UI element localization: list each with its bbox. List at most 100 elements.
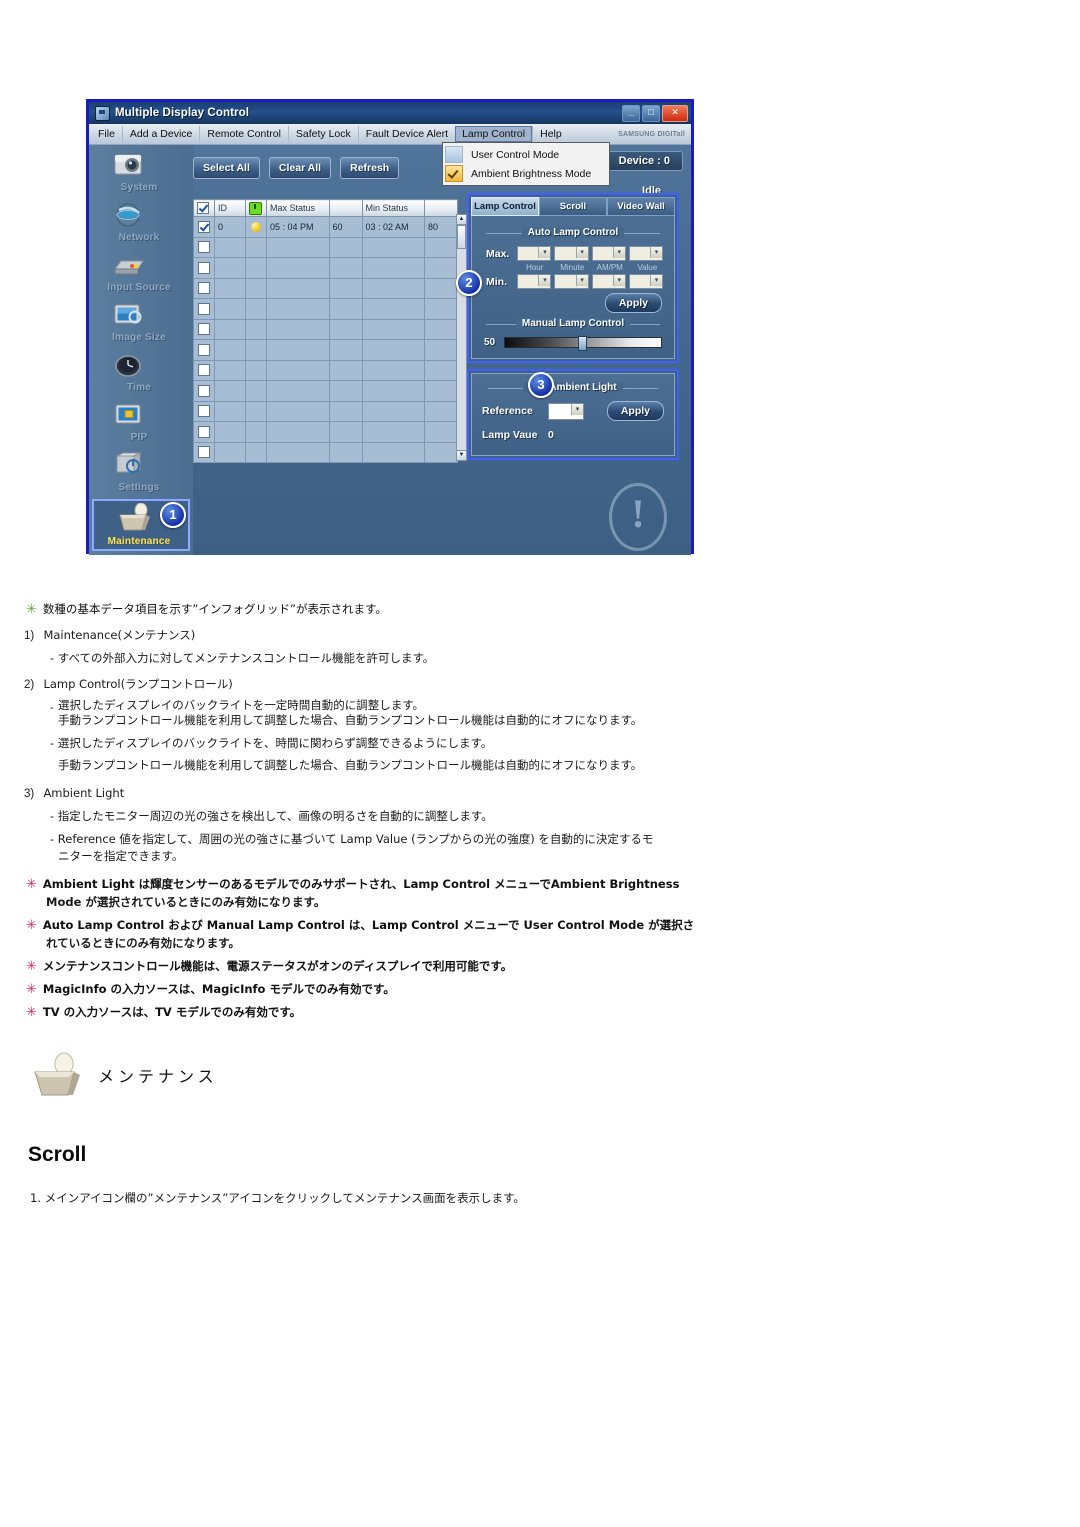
manual-lamp-value: 50: [484, 337, 496, 348]
tab-scroll[interactable]: Scroll: [539, 197, 607, 216]
list-item-2-line-3: - 選択したディスプレイのバックライトを、時間に関わらず調整できるようにします。: [50, 736, 493, 750]
multiple-display-control-window: Multiple Display Control _ □ ✕ File Add …: [86, 99, 694, 555]
tab-video-wall[interactable]: Video Wall: [607, 197, 675, 216]
list-item-2-title: 2) Lamp Control(ランプコントロール): [24, 676, 233, 694]
table-row[interactable]: [193, 359, 458, 381]
column-label-hour: Hour: [526, 263, 544, 272]
table-row[interactable]: [193, 257, 458, 279]
slider-handle[interactable]: [578, 336, 588, 351]
min-hour-select[interactable]: ▾: [517, 274, 552, 289]
menu-add-a-device[interactable]: Add a Device: [121, 126, 199, 142]
row-checkbox[interactable]: [193, 257, 215, 279]
lamp-control-panel: 2 Auto Lamp Control Max. ▾ ▾ ▾ ▾ Hour Mi…: [456, 216, 675, 359]
lamp-value-label: Lamp Vaue: [482, 429, 538, 441]
sidebar-item-pip[interactable]: PIP: [89, 399, 193, 445]
scroll-down-icon[interactable]: ▼: [457, 450, 466, 460]
min-value-select[interactable]: ▾: [628, 274, 663, 289]
maintenance-icon: [116, 502, 152, 531]
list-item-3-line-3: ニターを指定できます。: [58, 849, 184, 863]
menu-safety-lock[interactable]: Safety Lock: [287, 126, 358, 142]
red-note-3-text: メンテナンスコントロール機能は、電源ステータスがオンのディスプレイで利用可能です…: [42, 959, 513, 973]
row-lamp-indicator: [245, 216, 267, 238]
min-ampm-select[interactable]: ▾: [591, 274, 626, 289]
table-row[interactable]: [193, 380, 458, 402]
row-checkbox[interactable]: [193, 277, 215, 299]
manual-lamp-slider-row: 50: [480, 336, 666, 351]
red-note-2-cont: れているときにのみ有効になります。: [46, 936, 241, 950]
menu-item-user-control-mode[interactable]: User Control Mode: [443, 145, 609, 164]
menu-lamp-control[interactable]: Lamp Control: [455, 126, 533, 142]
header-select-all-checkbox[interactable]: [193, 199, 215, 217]
table-row[interactable]: 0 05 : 04 PM 60 03 : 02 AM 80: [193, 216, 458, 238]
user-control-mode-checkbox[interactable]: [445, 146, 463, 163]
table-row[interactable]: [193, 400, 458, 422]
min-minute-select[interactable]: ▾: [554, 274, 589, 289]
sidebar-label-image-size: Image Size: [112, 332, 166, 343]
list-1-num: 1): [24, 630, 35, 642]
minimize-icon[interactable]: _: [622, 105, 640, 122]
red-note-2-text: Auto Lamp Control および Manual Lamp Contro…: [42, 918, 695, 932]
sidebar-item-input-source[interactable]: Input Source: [89, 249, 193, 295]
right-control-panel: Lamp Control Scroll Video Wall 2 Auto La…: [456, 193, 679, 460]
row-max-value: 60: [328, 216, 363, 238]
table-scrollbar[interactable]: ▲ ▼: [456, 214, 467, 461]
row-checkbox[interactable]: [193, 298, 215, 320]
step-badge-1: 1: [160, 502, 186, 528]
scroll-up-icon[interactable]: ▲: [457, 215, 466, 225]
row-checkbox[interactable]: [193, 216, 215, 238]
max-ampm-select[interactable]: ▾: [591, 246, 626, 261]
manual-lamp-control-label: Manual Lamp Control: [515, 318, 631, 329]
sidebar-item-maintenance[interactable]: 1 Maintenance: [92, 499, 190, 551]
ambient-brightness-mode-checkbox[interactable]: [445, 165, 463, 182]
sidebar-item-network[interactable]: Network: [89, 199, 193, 245]
lamp-value-row: Lamp Vaue 0: [482, 429, 664, 441]
sidebar-item-system[interactable]: System: [89, 149, 193, 195]
reference-select[interactable]: ▾: [548, 402, 584, 420]
scrollbar-thumb[interactable]: [457, 225, 466, 249]
select-all-button[interactable]: Select All: [193, 157, 260, 179]
row-checkbox[interactable]: [193, 339, 215, 361]
sidebar-item-time[interactable]: Time: [89, 349, 193, 395]
row-checkbox[interactable]: [193, 441, 215, 463]
menu-fault-device-alert[interactable]: Fault Device Alert: [357, 126, 455, 142]
table-row[interactable]: [193, 339, 458, 361]
row-checkbox[interactable]: [193, 318, 215, 340]
menu-remote-control[interactable]: Remote Control: [199, 126, 288, 142]
clear-all-button[interactable]: Clear All: [268, 157, 332, 179]
maintenance-section-heading: メンテナンス: [30, 1052, 218, 1098]
table-row[interactable]: [193, 236, 458, 258]
menu-help[interactable]: Help: [532, 126, 569, 142]
auto-lamp-apply-button[interactable]: Apply: [604, 293, 662, 313]
max-hour-select[interactable]: ▾: [517, 246, 552, 261]
sidebar-item-settings[interactable]: Settings: [89, 449, 193, 495]
device-table-panel: Select All Clear All Refresh ID Max Stat…: [193, 157, 467, 517]
sidebar-item-image-size[interactable]: Image Size: [89, 299, 193, 345]
table-row[interactable]: [193, 277, 458, 299]
row-checkbox[interactable]: [193, 421, 215, 443]
header-id: ID: [214, 199, 246, 217]
list-item-3-title: 3) Ambient Light: [24, 785, 124, 803]
sidebar-label-maintenance: Maintenance: [107, 536, 171, 547]
row-checkbox[interactable]: [193, 359, 215, 381]
row-checkbox[interactable]: [193, 400, 215, 422]
table-row[interactable]: [193, 441, 458, 463]
menu-item-ambient-brightness-mode[interactable]: Ambient Brightness Mode: [443, 164, 609, 183]
menu-file[interactable]: File: [89, 126, 122, 142]
max-minute-select[interactable]: ▾: [554, 246, 589, 261]
close-icon[interactable]: ✕: [662, 105, 688, 122]
table-row[interactable]: [193, 318, 458, 340]
sidebar-label-input-source: Input Source: [107, 282, 171, 293]
table-row[interactable]: [193, 421, 458, 443]
max-label: Max.: [486, 247, 510, 260]
row-checkbox[interactable]: [193, 236, 215, 258]
manual-lamp-slider[interactable]: [504, 336, 662, 351]
table-row[interactable]: [193, 298, 458, 320]
refresh-button[interactable]: Refresh: [340, 157, 400, 179]
sidebar-label-time: Time: [127, 382, 151, 393]
max-value-select[interactable]: ▾: [628, 246, 663, 261]
maximize-icon[interactable]: □: [642, 105, 660, 122]
row-checkbox[interactable]: [193, 380, 215, 402]
auto-apply-row: Apply: [480, 293, 666, 313]
ambient-apply-button[interactable]: Apply: [606, 401, 664, 421]
tab-lamp-control[interactable]: Lamp Control: [471, 197, 539, 216]
